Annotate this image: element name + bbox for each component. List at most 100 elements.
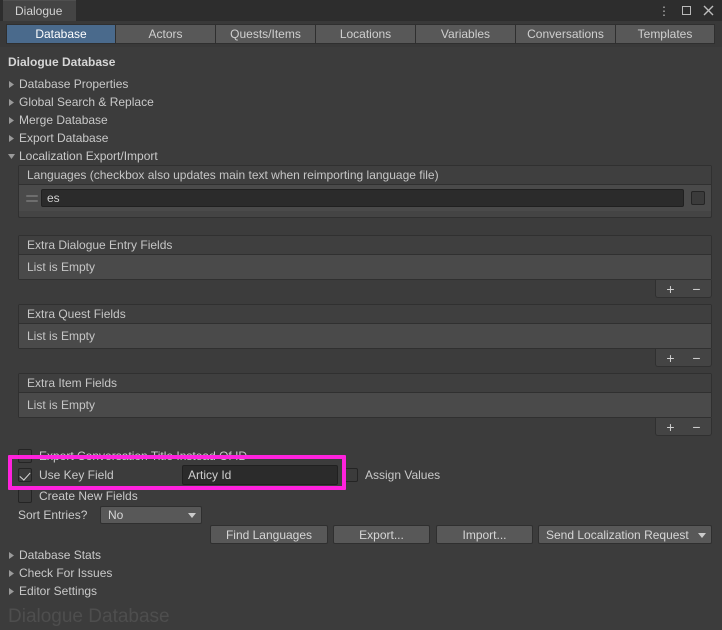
- foldout-check-for-issues[interactable]: Check For Issues: [4, 564, 112, 582]
- find-languages-label: Find Languages: [225, 527, 313, 542]
- sort-entries-label-text: Sort Entries?: [18, 508, 88, 522]
- foldout-database-stats-label: Database Stats: [19, 548, 102, 562]
- tab-locations[interactable]: Locations: [315, 24, 415, 44]
- foldout-database-properties-label: Database Properties: [19, 77, 129, 91]
- extra-item-fields-list: Extra Item Fields List is Empty: [18, 373, 712, 418]
- export-button[interactable]: Export...: [333, 525, 430, 544]
- foldout-export-database[interactable]: Export Database: [4, 129, 108, 147]
- close-icon[interactable]: [698, 0, 718, 21]
- extra-quest-fields-remove-button[interactable]: −: [684, 349, 710, 366]
- foldout-merge-database-label: Merge Database: [19, 113, 108, 127]
- tab-database[interactable]: Database: [6, 24, 115, 44]
- import-label: Import...: [462, 527, 507, 542]
- send-localization-request-label: Send Localization Request: [546, 527, 689, 542]
- foldout-localization-export-import[interactable]: Localization Export/Import: [4, 147, 158, 165]
- window-tab-dialogue[interactable]: Dialogue: [3, 0, 77, 21]
- foldout-localization-export-import-label: Localization Export/Import: [19, 149, 158, 163]
- window-titlebar: Dialogue ⋮: [0, 0, 722, 21]
- chevron-right-icon: [4, 95, 18, 109]
- tab-quests-items[interactable]: Quests/Items: [215, 24, 315, 44]
- extra-item-fields-remove-button[interactable]: −: [684, 418, 710, 435]
- assign-values-row[interactable]: Assign Values: [344, 466, 440, 484]
- languages-list-header: Languages (checkbox also updates main te…: [19, 166, 711, 185]
- tab-templates-label: Templates: [637, 27, 693, 41]
- foldout-database-stats[interactable]: Database Stats: [4, 546, 101, 564]
- languages-list-header-label: Languages (checkbox also updates main te…: [27, 168, 439, 182]
- extra-quest-fields-add-button[interactable]: +: [658, 349, 684, 366]
- extra-item-fields-empty: List is Empty: [19, 393, 711, 417]
- main-tabbar: Database Actors Quests/Items Locations V…: [0, 21, 722, 47]
- maximize-icon[interactable]: [676, 0, 696, 21]
- extra-dialogue-entry-fields-add-button[interactable]: +: [658, 280, 684, 297]
- extra-item-fields-header: Extra Item Fields: [19, 374, 711, 393]
- export-conversation-title-checkbox[interactable]: [18, 449, 32, 463]
- sort-entries-dropdown[interactable]: No: [100, 506, 202, 524]
- create-new-fields-checkbox[interactable]: [18, 489, 32, 503]
- tab-templates[interactable]: Templates: [615, 24, 715, 44]
- extra-dialogue-entry-fields-remove-button[interactable]: −: [684, 280, 710, 297]
- tab-actors[interactable]: Actors: [115, 24, 215, 44]
- assign-values-label: Assign Values: [365, 468, 441, 482]
- language-code-input[interactable]: es: [41, 189, 684, 207]
- extra-item-fields-empty-label: List is Empty: [27, 398, 96, 412]
- assign-values-checkbox[interactable]: [344, 468, 358, 482]
- send-localization-request-dropdown[interactable]: Send Localization Request: [538, 525, 712, 544]
- extra-item-fields-add-button[interactable]: +: [658, 418, 684, 435]
- import-button[interactable]: Import...: [436, 525, 533, 544]
- chevron-right-icon: [4, 566, 18, 580]
- extra-quest-fields-empty-label: List is Empty: [27, 329, 96, 343]
- drag-handle-icon[interactable]: [23, 188, 41, 208]
- use-key-field-row[interactable]: Use Key Field: [18, 466, 185, 484]
- find-languages-button[interactable]: Find Languages: [210, 525, 328, 544]
- extra-quest-fields-header: Extra Quest Fields: [19, 305, 711, 324]
- export-label: Export...: [359, 527, 404, 542]
- window-controls: ⋮: [654, 0, 718, 21]
- tab-actors-label: Actors: [148, 27, 183, 41]
- foldout-merge-database[interactable]: Merge Database: [4, 111, 108, 129]
- key-field-input[interactable]: Articy Id: [182, 465, 338, 485]
- extra-dialogue-entry-fields-empty: List is Empty: [19, 255, 711, 279]
- chevron-right-icon: [4, 584, 18, 598]
- extra-quest-fields-empty: List is Empty: [19, 324, 711, 348]
- key-field-value: Articy Id: [188, 468, 232, 482]
- kebab-menu-icon[interactable]: ⋮: [654, 0, 674, 21]
- language-update-main-text-checkbox[interactable]: [691, 191, 705, 205]
- watermark-label: Dialogue Database: [8, 606, 170, 627]
- extra-dialogue-entry-fields-header-label: Extra Dialogue Entry Fields: [27, 238, 173, 252]
- create-new-fields-label: Create New Fields: [39, 489, 138, 503]
- foldout-global-search-replace[interactable]: Global Search & Replace: [4, 93, 154, 111]
- window-tab-label: Dialogue: [15, 4, 63, 18]
- language-code-value: es: [47, 191, 60, 205]
- foldout-editor-settings[interactable]: Editor Settings: [4, 582, 97, 600]
- extra-dialogue-entry-fields-footer: + −: [655, 280, 712, 298]
- create-new-fields-row[interactable]: Create New Fields: [18, 487, 138, 505]
- window-body: Dialogue Database Database Properties Gl…: [0, 47, 722, 630]
- chevron-down-icon: [697, 531, 707, 539]
- tab-variables[interactable]: Variables: [415, 24, 515, 44]
- tab-variables-label: Variables: [440, 27, 491, 41]
- chevron-down-icon: [187, 511, 197, 519]
- chevron-right-icon: [4, 77, 18, 91]
- use-key-field-checkbox[interactable]: [18, 468, 32, 482]
- tab-quests-items-label: Quests/Items: [230, 27, 301, 41]
- extra-dialogue-entry-fields-header: Extra Dialogue Entry Fields: [19, 236, 711, 255]
- extra-item-fields-header-label: Extra Item Fields: [27, 376, 118, 390]
- languages-list-row[interactable]: es: [19, 185, 711, 211]
- chevron-right-icon: [4, 113, 18, 127]
- languages-list: Languages (checkbox also updates main te…: [18, 165, 712, 218]
- foldout-global-search-replace-label: Global Search & Replace: [19, 95, 154, 109]
- sort-entries-label: Sort Entries?: [18, 506, 87, 524]
- extra-quest-fields-footer: + −: [655, 349, 712, 367]
- export-conversation-title-row[interactable]: Export Conversation Title Instead Of ID: [18, 447, 247, 465]
- chevron-right-icon: [4, 131, 18, 145]
- extra-quest-fields-header-label: Extra Quest Fields: [27, 307, 126, 321]
- tab-database-label: Database: [35, 27, 87, 41]
- tab-conversations-label: Conversations: [527, 27, 604, 41]
- extra-dialogue-entry-fields-list: Extra Dialogue Entry Fields List is Empt…: [18, 235, 712, 280]
- page-title: Dialogue Database: [8, 55, 116, 69]
- unity-editor-window: Dialogue ⋮ Database Actors Quests/Items …: [0, 0, 722, 630]
- tab-conversations[interactable]: Conversations: [515, 24, 615, 44]
- extra-item-fields-footer: + −: [655, 418, 712, 436]
- foldout-database-properties[interactable]: Database Properties: [4, 75, 128, 93]
- foldout-export-database-label: Export Database: [19, 131, 109, 145]
